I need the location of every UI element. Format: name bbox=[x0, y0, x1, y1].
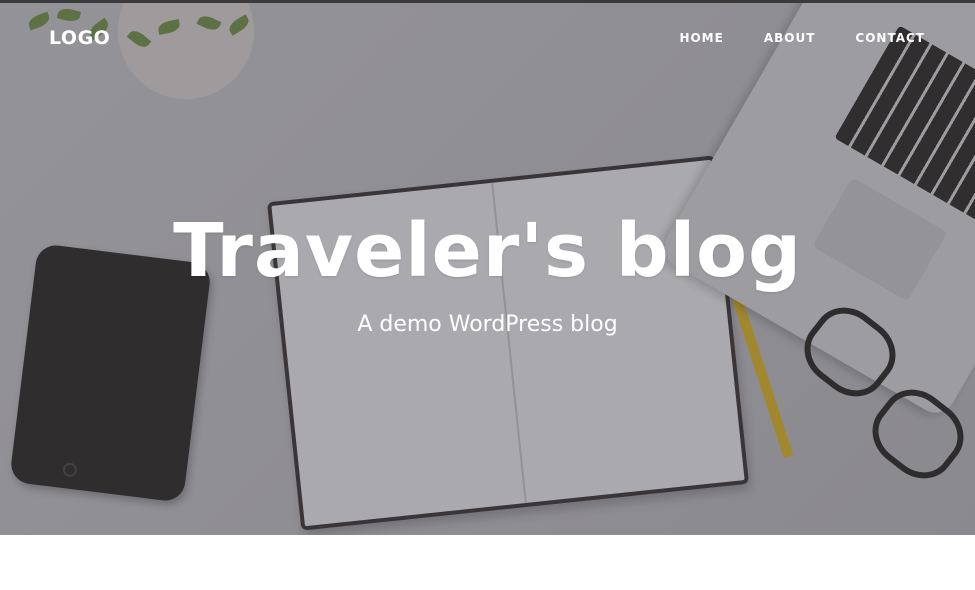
nav-home-link[interactable]: HOME bbox=[679, 31, 723, 45]
main-nav: HOME ABOUT CONTACT bbox=[679, 31, 925, 45]
nav-about-link[interactable]: ABOUT bbox=[764, 31, 816, 45]
hero-section: LOGO HOME ABOUT CONTACT Traveler's blog … bbox=[0, 3, 975, 535]
hero-subtitle: A demo WordPress blog bbox=[357, 312, 618, 337]
nav-contact-link[interactable]: CONTACT bbox=[855, 31, 925, 45]
hero-title: Traveler's blog bbox=[173, 208, 802, 294]
site-logo[interactable]: LOGO bbox=[49, 27, 110, 49]
content-area bbox=[0, 535, 975, 590]
